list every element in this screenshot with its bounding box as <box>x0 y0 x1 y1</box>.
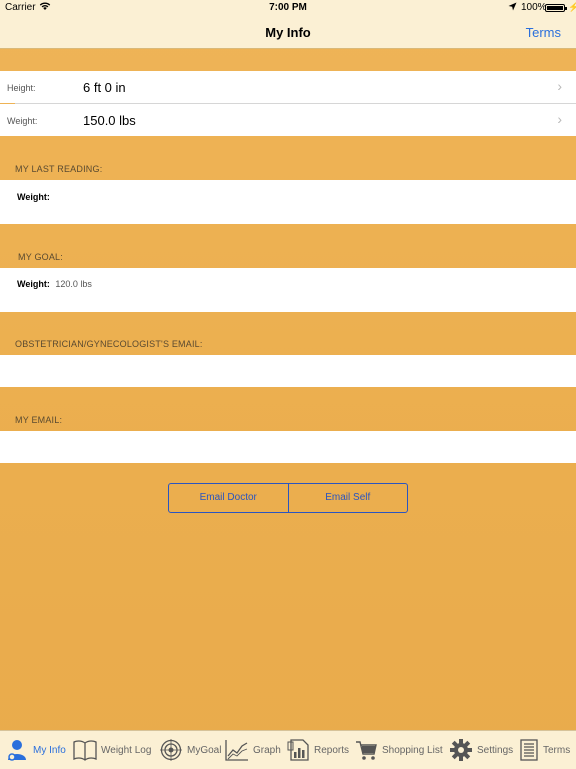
tab-settings[interactable]: Settings <box>449 731 513 769</box>
tab-label: My Info <box>33 744 66 756</box>
navigation-bar: My Info Terms <box>0 16 576 49</box>
goal-weight: Weight: 120.0 lbs <box>17 279 92 289</box>
height-label: Height: <box>7 83 36 93</box>
tab-label: Shopping List <box>382 744 443 756</box>
my-email-field[interactable] <box>0 431 576 463</box>
tab-shopping-list[interactable]: Shopping List <box>354 731 443 769</box>
tab-label: Graph <box>253 744 281 756</box>
tab-label: Settings <box>477 744 514 756</box>
my-email-header: MY EMAIL: <box>15 415 63 425</box>
weight-value: 150.0 lbs <box>83 113 136 128</box>
target-icon <box>159 738 183 762</box>
chevron-right-icon: › <box>557 78 562 94</box>
goal-weight-value: 120.0 lbs <box>55 279 92 289</box>
tab-graph[interactable]: Graph <box>225 731 281 769</box>
doctor-email-header: OBSTETRICIAN/GYNECOLOGIST'S EMAIL: <box>15 339 203 349</box>
tab-reports[interactable]: Reports <box>286 731 349 769</box>
charging-icon: ⚡ <box>568 2 576 12</box>
tab-bar: My Info Weight Log MyGoal Graph Reports … <box>0 730 576 769</box>
graph-icon <box>225 738 249 762</box>
height-value: 6 ft 0 in <box>83 80 126 95</box>
last-reading-header: MY LAST READING: <box>15 164 103 174</box>
page-title: My Info <box>265 25 311 40</box>
email-self-button[interactable]: Email Self <box>287 484 408 512</box>
status-bar: Carrier 7:00 PM 100% ⚡ <box>0 0 576 16</box>
tab-label: Terms <box>543 744 571 756</box>
goal-header: MY GOAL: <box>18 252 63 262</box>
weight-row[interactable]: Weight: 150.0 lbs › <box>0 104 576 136</box>
tab-label: Weight Log <box>101 744 152 756</box>
tab-mygoal[interactable]: MyGoal <box>159 731 221 769</box>
tab-label: MyGoal <box>187 744 222 756</box>
document-icon <box>519 738 539 762</box>
terms-button[interactable]: Terms <box>526 25 561 40</box>
tab-label: Reports <box>314 744 350 756</box>
tab-terms[interactable]: Terms <box>519 731 570 769</box>
person-icon <box>5 738 29 762</box>
battery-percent: 100% <box>521 2 547 13</box>
last-reading-weight: Weight: <box>17 192 50 202</box>
gear-icon <box>449 738 473 762</box>
cart-icon <box>354 738 378 762</box>
book-icon <box>73 738 97 762</box>
reports-icon <box>286 738 310 762</box>
height-row[interactable]: Height: 6 ft 0 in › <box>0 71 576 103</box>
doctor-email-field[interactable] <box>0 355 576 387</box>
tab-my-info[interactable]: My Info <box>5 731 66 769</box>
tab-weight-log[interactable]: Weight Log <box>73 731 151 769</box>
chevron-right-icon: › <box>557 111 562 127</box>
goal-card: Weight: 120.0 lbs <box>0 268 576 312</box>
clock: 7:00 PM <box>269 2 307 13</box>
last-reading-weight-label: Weight: <box>17 192 50 202</box>
email-segmented-control: Email Doctor Email Self <box>168 483 408 513</box>
goal-weight-label: Weight: <box>17 279 50 289</box>
weight-label: Weight: <box>7 116 38 126</box>
last-reading-card: Weight: <box>0 180 576 224</box>
email-doctor-button[interactable]: Email Doctor <box>169 484 288 512</box>
location-arrow-icon <box>508 2 517 14</box>
battery-icon <box>545 4 567 12</box>
